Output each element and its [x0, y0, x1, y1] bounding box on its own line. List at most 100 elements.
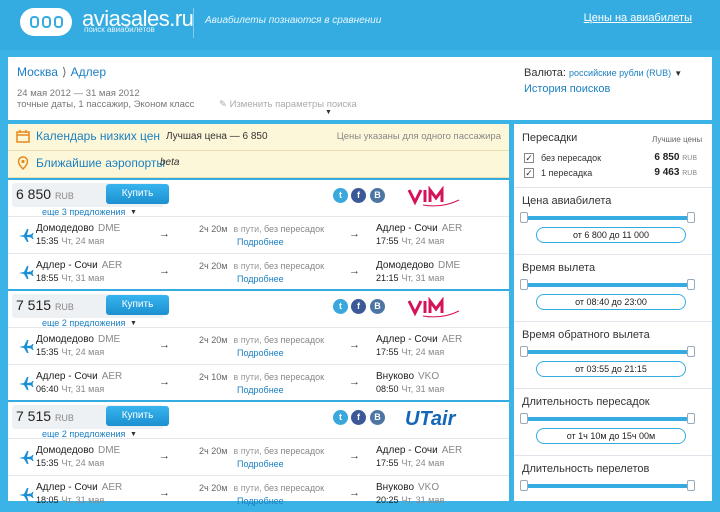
in-path-label: в пути,	[233, 483, 262, 493]
departure-airport: Домодедово DME	[36, 334, 120, 345]
departure-time-value: 15:35	[36, 347, 59, 357]
buy-button[interactable]: Купить	[106, 295, 169, 315]
transfer-duration-slider[interactable]	[520, 413, 695, 424]
departure-time: 18:05 Чт, 31 мая	[36, 495, 104, 505]
chevron-down-icon[interactable]: ▼	[130, 209, 137, 216]
arrow-right-icon: →	[159, 339, 170, 351]
details-link[interactable]: Подробнее	[237, 348, 284, 358]
transfer-label: без пересадок	[541, 153, 602, 163]
slider-handle-min[interactable]	[520, 413, 528, 424]
details-link[interactable]: Подробнее	[237, 385, 284, 395]
buy-button[interactable]: Купить	[106, 184, 169, 204]
currency: RUB	[682, 170, 697, 177]
aviasales-logo-icon[interactable]	[20, 8, 72, 36]
slider-handle-max[interactable]	[687, 413, 695, 424]
arrival-date: Чт, 31 мая	[401, 495, 445, 505]
departure-time-value: 15:35	[36, 236, 59, 246]
airline-logo-icon[interactable]: UTair	[405, 408, 485, 430]
duration-value: 2ч 10м	[199, 372, 228, 382]
flight-duration: 2ч 20м в пути,	[199, 483, 262, 493]
facebook-icon[interactable]: f	[351, 410, 366, 425]
filter-title: Длительность перелетов	[522, 463, 650, 475]
flight-duration: 2ч 10м в пути,	[199, 372, 262, 382]
twitter-icon[interactable]: t	[333, 299, 348, 314]
twitter-icon[interactable]: t	[333, 188, 348, 203]
chevron-down-icon[interactable]: ▼	[325, 109, 332, 116]
details-link[interactable]: Подробнее	[237, 496, 284, 506]
duration-value: 2ч 20м	[199, 446, 228, 456]
chevron-down-icon[interactable]: ▼	[130, 320, 137, 327]
slider-handle-max[interactable]	[687, 279, 695, 290]
departure-airport: Адлер - Сочи AER	[36, 371, 122, 382]
departure-time-value: 18:55	[36, 273, 59, 283]
destination-city[interactable]: Адлер	[71, 65, 106, 79]
change-params-link[interactable]: ✎ Изменить параметры поиска	[219, 99, 357, 110]
filters-panel: Пересадки Лучшие цены ✓ без пересадок 6 …	[514, 124, 712, 501]
arrival-time: 08:50 Чт, 31 мая	[376, 384, 444, 394]
duration-value: 2ч 20м	[199, 483, 228, 493]
price-value: 7 515	[16, 297, 52, 313]
checkbox[interactable]: ✓	[524, 168, 534, 178]
departure-time-slider[interactable]	[520, 279, 695, 290]
slider-handle-max[interactable]	[687, 212, 695, 223]
plane-icon	[18, 338, 34, 354]
vkontakte-icon[interactable]: B	[370, 410, 385, 425]
details-link[interactable]: Подробнее	[237, 459, 284, 469]
currency: RUB	[54, 302, 74, 312]
airline-logo-icon[interactable]	[405, 185, 461, 208]
price-slider[interactable]	[520, 212, 695, 223]
airline-logo-icon[interactable]	[405, 296, 461, 319]
flight-duration-slider[interactable]	[520, 480, 695, 491]
search-dates: 24 мая 2012 — 31 мая 2012	[17, 88, 140, 99]
arrival-airport: Адлер - Сочи AER	[376, 445, 462, 456]
chevron-down-icon[interactable]: ▼	[674, 69, 682, 78]
plane-icon	[18, 486, 34, 502]
arrival-time: 21:15 Чт, 31 мая	[376, 273, 444, 283]
return-time-slider[interactable]	[520, 346, 695, 357]
chevron-down-icon[interactable]: ▼	[130, 431, 137, 438]
vkontakte-icon[interactable]: B	[370, 299, 385, 314]
arrival-airport: Внуково VKO	[376, 371, 439, 382]
prices-link[interactable]: Цены на авиабилеты	[584, 12, 692, 24]
arrival-time-value: 08:50	[376, 384, 399, 394]
buy-button[interactable]: Купить	[106, 406, 169, 426]
filter-title: Длительность пересадок	[522, 396, 650, 408]
currency-label: Валюта:	[524, 67, 566, 79]
details-link[interactable]: Подробнее	[237, 237, 284, 247]
arrival-airport: Домодедово DME	[376, 260, 460, 271]
arrival-time: 20:25 Чт, 31 мая	[376, 495, 444, 505]
departure-time: 15:35 Чт, 24 мая	[36, 347, 104, 357]
slider-handle-min[interactable]	[520, 346, 528, 357]
slider-handle-min[interactable]	[520, 480, 528, 491]
arrow-right-icon: →	[349, 450, 360, 462]
arrival-airport: Адлер - Сочи AER	[376, 223, 462, 234]
slider-handle-min[interactable]	[520, 212, 528, 223]
departure-date: Чт, 31 мая	[61, 273, 105, 283]
flight-leg: Адлер - Сочи AER 18:55 Чт, 31 мая → 2ч 20м в п…	[8, 253, 509, 290]
currency-value[interactable]: российские рубли (RUB)	[569, 68, 671, 78]
plane-icon	[18, 375, 34, 391]
low-price-calendar-link[interactable]: Календарь низких цен	[36, 129, 160, 143]
arrival-code: AER	[441, 223, 463, 234]
slider-handle-max[interactable]	[687, 480, 695, 491]
departure-time-filter: Время вылета от 08:40 до 23:00	[514, 254, 712, 320]
departure-code: DME	[98, 223, 121, 234]
facebook-icon[interactable]: f	[351, 299, 366, 314]
checkbox[interactable]: ✓	[524, 153, 534, 163]
transfer-filter-nonstop[interactable]: ✓ без пересадок 6 850 RUB	[522, 152, 707, 166]
facebook-icon[interactable]: f	[351, 188, 366, 203]
currency-selector[interactable]: Валюта: российские рубли (RUB) ▼	[524, 67, 682, 79]
slider-handle-min[interactable]	[520, 279, 528, 290]
flight-leg: Адлер - Сочи AER 18:05 Чт, 31 мая → 2ч 20м в п…	[8, 475, 509, 512]
twitter-icon[interactable]: t	[333, 410, 348, 425]
price-box: 7 515 RUB Купить	[12, 405, 169, 429]
details-link[interactable]: Подробнее	[237, 274, 284, 284]
departure-airport: Домодедово DME	[36, 223, 120, 234]
transfer-filter-one-stop[interactable]: ✓ 1 пересадка 9 463 RUB	[522, 167, 707, 181]
origin-city[interactable]: Москва	[17, 65, 58, 79]
search-params: точные даты, 1 пассажир, Эконом класс	[17, 99, 195, 110]
vkontakte-icon[interactable]: B	[370, 188, 385, 203]
nearby-airports-link[interactable]: Ближайшие аэропорты	[36, 156, 165, 170]
search-history-link[interactable]: История поисков	[524, 83, 610, 95]
slider-handle-max[interactable]	[687, 346, 695, 357]
